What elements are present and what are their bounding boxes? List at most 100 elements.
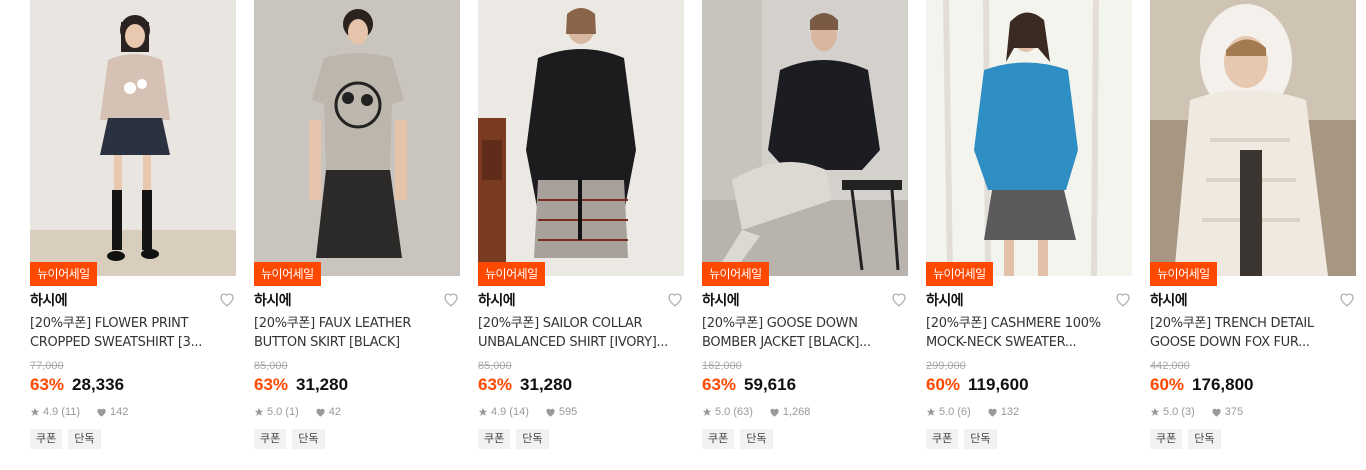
heart-count-icon — [770, 408, 779, 417]
product-image[interactable] — [30, 0, 236, 276]
product-image[interactable] — [254, 0, 460, 276]
product-image[interactable] — [926, 0, 1132, 276]
coupon-tag: 쿠폰 — [1150, 429, 1183, 449]
product-image[interactable] — [1150, 0, 1356, 276]
heart-icon[interactable] — [442, 290, 460, 308]
product-image[interactable] — [702, 0, 908, 276]
price-line: 63% 59,616 — [702, 375, 796, 395]
brand-name[interactable]: 하시에 — [30, 290, 68, 310]
tag-list: 쿠폰 단독 — [30, 429, 101, 449]
original-price: 299,000 — [926, 360, 966, 372]
sale-badge: 뉴이어세일 — [1150, 262, 1217, 286]
product-title[interactable]: [20%쿠폰] FLOWER PRINT CROPPED SWEATSHIRT … — [30, 314, 234, 352]
tag-list: 쿠폰 단독 — [254, 429, 325, 449]
coupon-tag: 쿠폰 — [702, 429, 735, 449]
sale-price: 176,800 — [1192, 375, 1254, 394]
product-meta: 4.9 (14) 595 — [478, 406, 577, 418]
review-count: (14) — [509, 406, 529, 418]
sale-badge: 뉴이어세일 — [254, 262, 321, 286]
price-line: 60% 176,800 — [1150, 375, 1253, 395]
price-line: 63% 31,280 — [478, 375, 572, 395]
exclusive-tag: 단독 — [740, 429, 773, 449]
heart-count-icon — [1212, 408, 1221, 417]
product-card[interactable]: 뉴이어세일 하시에 [20%쿠폰] FLOWER PRINT CROPPED S… — [30, 0, 236, 470]
star-icon — [30, 407, 40, 416]
sale-badge: 뉴이어세일 — [478, 262, 545, 286]
review-count: (11) — [61, 406, 81, 418]
discount-rate: 60% — [1150, 375, 1185, 394]
discount-rate: 60% — [926, 375, 961, 394]
original-price: 162,000 — [702, 360, 742, 372]
price-line: 60% 119,600 — [926, 375, 1029, 395]
product-grid: 뉴이어세일 하시에 [20%쿠폰] FLOWER PRINT CROPPED S… — [0, 0, 1366, 470]
discount-rate: 63% — [30, 375, 65, 394]
tag-list: 쿠폰 단독 — [702, 429, 773, 449]
tag-list: 쿠폰 단독 — [1150, 429, 1221, 449]
price-line: 63% 31,280 — [254, 375, 348, 395]
product-card[interactable]: 뉴이어세일 하시에 [20%쿠폰] GOOSE DOWN BOMBER JACK… — [702, 0, 908, 470]
brand-name[interactable]: 하시에 — [478, 290, 516, 310]
heart-icon[interactable] — [890, 290, 908, 308]
coupon-tag: 쿠폰 — [254, 429, 287, 449]
brand-name[interactable]: 하시에 — [702, 290, 740, 310]
like-count: 595 — [558, 406, 578, 418]
product-title[interactable]: [20%쿠폰] TRENCH DETAIL GOOSE DOWN FOX FUR… — [1150, 314, 1354, 352]
brand-name[interactable]: 하시에 — [254, 290, 292, 310]
coupon-tag: 쿠폰 — [30, 429, 63, 449]
sale-badge: 뉴이어세일 — [926, 262, 993, 286]
exclusive-tag: 단독 — [68, 429, 101, 449]
original-price: 77,000 — [30, 360, 64, 372]
heart-count-icon — [97, 408, 106, 417]
review-count: (63) — [733, 406, 753, 418]
review-count: (1) — [285, 406, 299, 418]
original-price: 85,000 — [478, 360, 512, 372]
rating: 4.9 — [43, 406, 59, 418]
coupon-tag: 쿠폰 — [926, 429, 959, 449]
product-card[interactable]: 뉴이어세일 하시에 [20%쿠폰] SAILOR COLLAR UNBALANC… — [478, 0, 684, 470]
exclusive-tag: 단독 — [964, 429, 997, 449]
original-price: 442,000 — [1150, 360, 1190, 372]
product-image[interactable] — [478, 0, 684, 276]
price-line: 63% 28,336 — [30, 375, 124, 395]
like-count: 42 — [328, 406, 341, 418]
heart-icon[interactable] — [218, 290, 236, 308]
exclusive-tag: 단독 — [292, 429, 325, 449]
heart-icon[interactable] — [1338, 290, 1356, 308]
rating: 5.0 — [715, 406, 731, 418]
like-count: 1,268 — [782, 406, 811, 418]
sale-price: 59,616 — [744, 375, 797, 394]
star-icon — [478, 407, 488, 416]
brand-name[interactable]: 하시에 — [926, 290, 964, 310]
product-meta: 5.0 (6) 132 — [926, 406, 1019, 418]
exclusive-tag: 단독 — [1188, 429, 1221, 449]
product-title[interactable]: [20%쿠폰] SAILOR COLLAR UNBALANCED SHIRT [… — [478, 314, 682, 352]
sale-price: 28,336 — [72, 375, 125, 394]
heart-icon[interactable] — [666, 290, 684, 308]
star-icon — [254, 407, 264, 416]
tag-list: 쿠폰 단독 — [926, 429, 997, 449]
star-icon — [702, 407, 712, 416]
original-price: 85,000 — [254, 360, 288, 372]
like-count: 375 — [1224, 406, 1244, 418]
brand-name[interactable]: 하시에 — [1150, 290, 1188, 310]
heart-icon[interactable] — [1114, 290, 1132, 308]
product-title[interactable]: [20%쿠폰] FAUX LEATHER BUTTON SKIRT [BLACK… — [254, 314, 458, 352]
heart-count-icon — [546, 408, 555, 417]
product-card[interactable]: 뉴이어세일 하시에 [20%쿠폰] TRENCH DETAIL GOOSE DO… — [1150, 0, 1356, 470]
coupon-tag: 쿠폰 — [478, 429, 511, 449]
product-title[interactable]: [20%쿠폰] CASHMERE 100% MOCK-NECK SWEATER.… — [926, 314, 1130, 352]
sale-badge: 뉴이어세일 — [702, 262, 769, 286]
sale-price: 31,280 — [296, 375, 349, 394]
sale-price: 119,600 — [968, 375, 1029, 394]
star-icon — [926, 407, 936, 416]
product-title[interactable]: [20%쿠폰] GOOSE DOWN BOMBER JACKET [BLACK]… — [702, 314, 906, 352]
product-meta: 4.9 (11) 142 — [30, 406, 128, 418]
product-card[interactable]: 뉴이어세일 하시에 [20%쿠폰] CASHMERE 100% MOCK-NEC… — [926, 0, 1132, 470]
exclusive-tag: 단독 — [516, 429, 549, 449]
discount-rate: 63% — [478, 375, 513, 394]
review-count: (3) — [1181, 406, 1195, 418]
sale-badge: 뉴이어세일 — [30, 262, 97, 286]
product-card[interactable]: 뉴이어세일 하시에 [20%쿠폰] FAUX LEATHER BUTTON SK… — [254, 0, 460, 470]
discount-rate: 63% — [254, 375, 289, 394]
star-icon — [1150, 407, 1160, 416]
